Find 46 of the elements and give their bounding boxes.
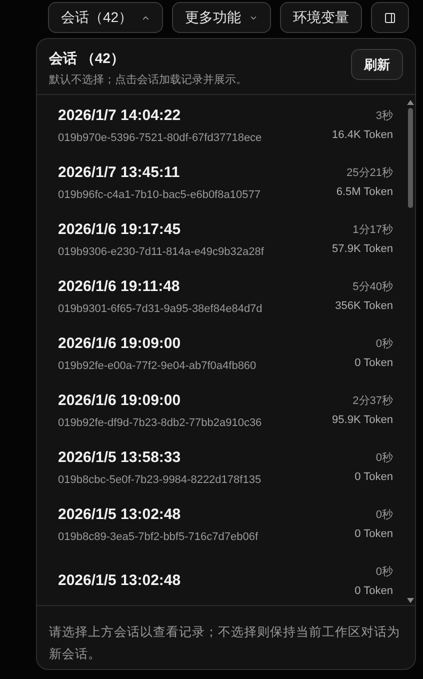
session-tokens: 16.4K Token [332,128,393,143]
session-duration: 0秒 [376,564,393,580]
session-id: 019b8c89-3ea5-7bf2-bbf5-716c7d7eb06f [58,530,258,544]
session-id: 019b92fe-df9d-7b23-8db2-77bb2a910c36 [58,416,262,430]
session-duration: 1分17秒 [352,222,393,238]
panel-toggle-button[interactable] [371,2,409,33]
session-duration: 0秒 [376,336,393,352]
panel-title: 会话 （42） [49,49,126,68]
scrollbar-thumb[interactable] [408,108,412,208]
session-duration: 0秒 [376,508,393,522]
footer-hint: 请选择上方会话以查看记录；不选择则保持当前工作区对话为新会话。 [49,624,401,663]
sessions-dropdown-button[interactable]: 会话（42） [48,2,163,33]
more-features-dropdown-button[interactable]: 更多功能 [172,2,271,33]
session-date[interactable]: 2026/1/5 13:58:33 [58,447,262,470]
session-duration: 25分21秒 [346,166,393,180]
session-tokens: 6.5M Token [336,185,393,200]
session-duration: 2分37秒 [352,394,393,408]
scroll-up-icon[interactable] [406,100,414,105]
session-tokens: 0 Token [354,527,393,542]
environment-variables-button[interactable]: 环境变量 [280,2,362,33]
session-tokens: 57.9K Token [332,242,393,257]
session-date[interactable]: 2026/1/5 13:02:48 [58,570,181,593]
session-duration: 3秒 [376,108,393,124]
session-date[interactable]: 2026/1/6 19:09:00 [58,390,262,412]
session-id: 019b96fc-c4a1-7b10-bac5-e6b0f8a10577 [58,188,260,202]
session-date[interactable]: 2026/1/6 19:11:48 [58,276,262,298]
session-duration: 5分40秒 [352,280,393,294]
session-tokens: 95.9K Token [332,413,393,428]
session-date[interactable]: 2026/1/7 13:45:11 [58,162,260,184]
session-tokens: 356K Token [335,299,393,314]
session-duration: 0秒 [376,450,393,466]
panel-subtitle: 默认不选择；点击会话加载记录并展示。 [49,72,247,88]
session-id: 019b8cbc-5e0f-7b23-9984-8222d178f135 [58,472,262,488]
refresh-button[interactable]: 刷新 [351,49,403,80]
session-date[interactable]: 2026/1/7 14:04:22 [58,105,262,128]
session-id: 019b9301-6f65-7d31-9a95-38ef84e84d7d [58,302,262,316]
session-id: 019b9306-e230-7d11-814a-e49c9b32a28f [58,244,264,260]
session-date[interactable]: 2026/1/6 19:09:00 [58,333,256,356]
session-tokens: 0 Token [354,356,393,371]
session-id: 019b92fe-e00a-77f2-9e04-ab7f0a4fb860 [58,358,256,374]
session-tokens: 0 Token [354,584,393,599]
session-date[interactable]: 2026/1/5 13:02:48 [58,504,258,526]
scroll-down-icon[interactable] [406,598,414,603]
session-date[interactable]: 2026/1/6 19:17:45 [58,219,264,242]
session-id: 019b970e-5396-7521-80df-67fd37718ece [58,130,262,146]
session-tokens: 0 Token [354,470,393,485]
